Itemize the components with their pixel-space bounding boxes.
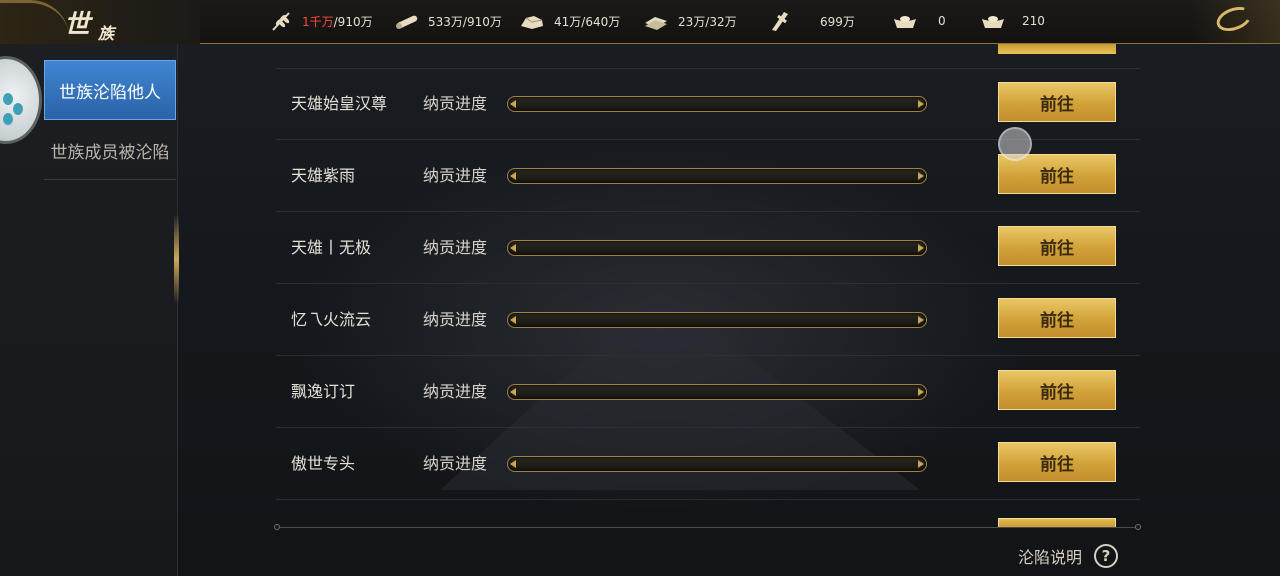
member-name: 天雄丨无极 xyxy=(291,238,372,257)
resource-stone-value: 41万/640万 xyxy=(554,14,621,29)
tribute-progress-label: 纳贡进度 xyxy=(423,310,488,329)
avatar-petal xyxy=(13,103,23,115)
resource-copper-value: 699万 xyxy=(820,14,855,29)
partial-go-button-top[interactable] xyxy=(998,44,1116,54)
logo-main-char: 世 xyxy=(64,10,91,40)
list-bottom-divider xyxy=(278,527,1138,528)
tribute-progress-label: 纳贡进度 xyxy=(423,382,488,401)
copper-coin-icon xyxy=(772,12,788,31)
go-button[interactable]: 前往 xyxy=(998,370,1116,410)
go-button[interactable]: 前往 xyxy=(998,442,1116,482)
stone-icon xyxy=(521,16,543,29)
resource-wood[interactable]: 533万/910万 xyxy=(394,10,502,32)
resource-stone[interactable]: 41万/640万 xyxy=(518,10,620,32)
bar-cap-left xyxy=(510,100,516,108)
tribute-progress-label: 纳贡进度 xyxy=(423,454,488,473)
logo-sub-char: 族 xyxy=(98,24,115,43)
resource-gold-ingot-value: 0 xyxy=(938,14,946,28)
list-item: 飘逸订订 纳贡进度 前往 xyxy=(276,356,1140,428)
bar-cap-left xyxy=(510,460,516,468)
member-name: 傲世专头 xyxy=(291,454,356,473)
member-name: 天雄始皇汉尊 xyxy=(291,94,388,113)
bar-cap-right xyxy=(918,316,924,324)
bar-cap-right xyxy=(918,100,924,108)
resource-iron[interactable]: 23万/32万 xyxy=(642,10,737,32)
help-label: 沦陷说明 xyxy=(1018,548,1083,567)
tribute-progress-bar xyxy=(507,96,927,112)
touch-indicator xyxy=(998,127,1032,161)
tribute-progress-bar xyxy=(507,312,927,328)
logo-decoration xyxy=(0,0,70,44)
gold-ingot-icon xyxy=(894,16,916,28)
bar-cap-right xyxy=(918,244,924,252)
tribute-progress-label: 纳贡进度 xyxy=(423,166,488,185)
resource-silver-ingot-value: 210 xyxy=(1022,14,1045,28)
bar-cap-right xyxy=(918,172,924,180)
divider-end-left xyxy=(274,524,280,530)
list-item: 天雄丨无极 纳贡进度 前往 xyxy=(276,212,1140,284)
conquer-help[interactable]: 沦陷说明 ? xyxy=(1018,544,1119,568)
resource-silver-ingot[interactable]: 210 xyxy=(980,10,1045,32)
member-name: 忆乁火流云 xyxy=(291,310,372,329)
avatar-petal xyxy=(3,113,13,125)
bar-cap-right xyxy=(918,388,924,396)
resource-iron-value: 23万/32万 xyxy=(678,14,737,29)
divider-end-right xyxy=(1135,524,1141,530)
resource-gold-ingot[interactable]: 0 xyxy=(892,10,946,32)
tab-members-conquered[interactable]: 世族成员被沦陷 xyxy=(44,122,176,180)
member-name: 天雄紫雨 xyxy=(291,166,356,185)
wood-icon xyxy=(396,15,418,29)
tribute-progress-bar xyxy=(507,168,927,184)
top-resource-bar: 世 族 1千万/910万 533万/910万 41万/640万 23万/32万 … xyxy=(0,0,1280,44)
tribute-progress-label: 纳贡进度 xyxy=(423,94,488,113)
tribute-progress-bar xyxy=(507,384,927,400)
list-item: 忆乁火流云 纳贡进度 前往 xyxy=(276,284,1140,356)
member-name: 飘逸订订 xyxy=(291,382,356,401)
go-button[interactable]: 前往 xyxy=(998,298,1116,338)
iron-icon xyxy=(645,17,667,30)
wheat-icon xyxy=(272,12,290,31)
tribute-progress-label: 纳贡进度 xyxy=(423,238,488,257)
resource-wheat-value: 1千万/910万 xyxy=(302,14,373,29)
bar-cap-left xyxy=(510,388,516,396)
go-button[interactable]: 前往 xyxy=(998,226,1116,266)
tribute-progress-bar xyxy=(507,240,927,256)
silver-ingot-icon xyxy=(982,16,1004,28)
avatar-petal xyxy=(3,93,13,105)
bar-cap-left xyxy=(510,172,516,180)
go-button[interactable]: 前往 xyxy=(998,82,1116,122)
sidebar-edge-glow xyxy=(174,214,179,304)
resource-copper[interactable]: 699万 xyxy=(766,10,855,32)
bar-cap-left xyxy=(510,244,516,252)
resource-wood-value: 533万/910万 xyxy=(428,14,502,29)
list-item: 傲世专头 纳贡进度 前往 xyxy=(276,428,1140,500)
tribute-progress-bar xyxy=(507,456,927,472)
question-icon[interactable]: ? xyxy=(1094,544,1119,568)
resource-wheat[interactable]: 1千万/910万 xyxy=(270,10,373,32)
tab-clan-conquer-others[interactable]: 世族沦陷他人 xyxy=(44,60,176,120)
bar-cap-right xyxy=(918,460,924,468)
clan-logo[interactable]: 世 族 xyxy=(0,0,200,44)
bar-cap-left xyxy=(510,316,516,324)
